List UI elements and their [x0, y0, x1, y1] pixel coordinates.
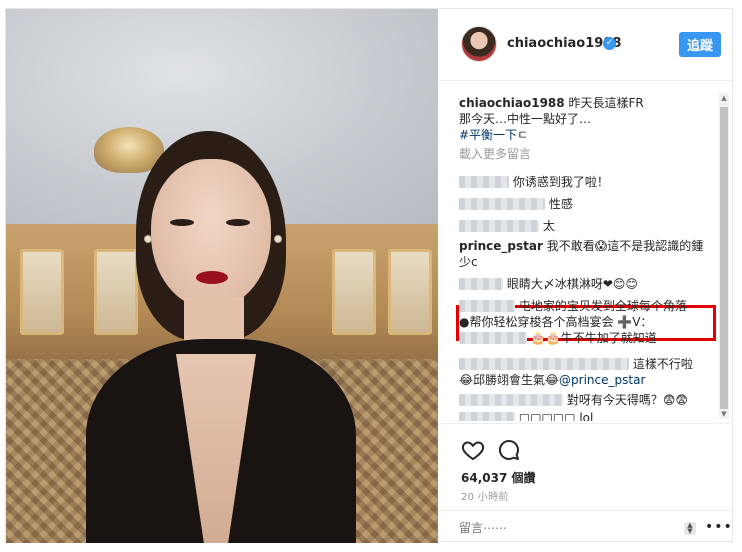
comment-text: 我不敢看😱這不是我認識的鍾 — [542, 239, 704, 253]
comment-item: 😂邱勝翊會生氣😂@prince_pstar — [459, 371, 645, 388]
blurred-text — [459, 332, 527, 344]
comment-text: 這樣不行啦 — [632, 357, 693, 371]
comment-item: 這樣不行啦 — [459, 355, 693, 372]
post-actions: 64,037 個讚 20 小時前 ▲▼ ••• — [439, 423, 733, 543]
comment-mention[interactable]: @prince_pstar — [559, 373, 645, 387]
comments-scrollbar[interactable]: ▲ ▼ — [719, 93, 729, 419]
load-more-comments-link[interactable]: 載入更多留言 — [459, 145, 531, 162]
photo-lips — [196, 271, 228, 284]
blurred-username — [459, 358, 629, 370]
comment-text: 😂邱勝翊會生氣😂 — [459, 373, 560, 387]
photo-wall-panel — [94, 249, 138, 335]
photo-wall-panel — [388, 249, 432, 335]
comment-input[interactable] — [459, 520, 659, 536]
post-caption: chiaochiao1988 昨天長這樣FR 那今天…中性一點好了… #平衡一下… — [459, 95, 719, 143]
blurred-username — [459, 278, 503, 290]
caption-text: ㄷ — [517, 128, 529, 142]
comment-text-continued: 少c — [459, 255, 478, 269]
photo-face — [151, 159, 271, 309]
comment-text-continued: ●帮你轻松穿梭各个高档宴会 ➕V： — [459, 315, 653, 329]
caption-hashtag[interactable]: #平衡一下 — [459, 128, 517, 142]
photo-earring — [144, 235, 152, 243]
avatar[interactable] — [461, 26, 497, 62]
comment-bar: ▲▼ ••• — [439, 510, 733, 544]
blurred-username — [459, 220, 539, 232]
verified-badge-icon: ✓ — [603, 37, 616, 50]
blurred-username — [459, 300, 515, 312]
blurred-username — [459, 176, 509, 188]
comment-item: 眼睛大〆冰棋淋呀❤😊😊 — [459, 275, 638, 292]
comment-item: 你诱惑到我了啦！ — [459, 173, 609, 190]
heart-icon[interactable] — [461, 438, 485, 462]
scroll-up-icon[interactable]: ▲ — [719, 93, 729, 103]
photo-eye — [170, 219, 194, 226]
comment-item-highlighted: prince_pstar 我不敢看😱這不是我認識的鍾 — [459, 237, 703, 254]
sort-icon[interactable]: ▲ ▼ — [684, 522, 696, 535]
post-photo[interactable] — [6, 9, 438, 543]
caption-text: 那今天…中性一點好了… — [459, 112, 592, 126]
blurred-username — [459, 412, 515, 421]
comment-item: 對呀有今天得嗎？😨😨 — [459, 391, 688, 408]
blurred-username — [459, 394, 563, 406]
blurred-username — [459, 198, 545, 210]
comment-text: 🎂🎂牛不牛加了就知道 — [530, 331, 657, 345]
scroll-down-icon[interactable]: ▼ — [719, 409, 729, 419]
caption-text: 昨天長這樣FR — [564, 96, 644, 110]
comment-text: 對呀有今天得嗎？😨😨 — [566, 393, 688, 407]
comment-item: 屯地家的宝贝发到全球每个角落 — [459, 297, 687, 314]
photo-wall-panel — [332, 249, 376, 335]
post-timestamp[interactable]: 20 小時前 — [461, 488, 509, 503]
comment-text: 屯地家的宝贝发到全球每个角落 — [518, 299, 687, 313]
comment-text: 性感 — [548, 197, 573, 211]
photo-eye — [226, 219, 250, 226]
comment-item: 太 — [459, 217, 555, 234]
comment-username[interactable]: prince_pstar — [459, 239, 543, 253]
comment-text: □□□□□ lol — [518, 411, 594, 421]
photo-earring — [274, 235, 282, 243]
comment-item: 性感 — [459, 195, 573, 212]
comment-text: 你诱惑到我了啦！ — [512, 175, 609, 189]
instagram-post-card: chiaochiao1988 ✓ 追蹤 chiaochiao1988 昨天長這樣… — [5, 8, 733, 543]
comment-text: 眼睛大〆冰棋淋呀❤😊😊 — [506, 277, 638, 291]
photo-wall-panel — [20, 249, 64, 335]
comments-list[interactable]: chiaochiao1988 昨天長這樣FR 那今天…中性一點好了… #平衡一下… — [439, 81, 733, 421]
caption-username[interactable]: chiaochiao1988 — [459, 96, 565, 110]
more-options-icon[interactable]: ••• — [705, 519, 733, 535]
comment-bubble-icon[interactable] — [497, 438, 521, 462]
like-count[interactable]: 64,037 個讚 — [461, 469, 536, 486]
post-header: chiaochiao1988 ✓ 追蹤 — [439, 9, 733, 81]
scrollbar-thumb[interactable] — [720, 107, 728, 409]
comment-text: 太 — [542, 219, 555, 233]
comment-item: □□□□□ lol — [459, 411, 593, 421]
post-side-panel: chiaochiao1988 ✓ 追蹤 chiaochiao1988 昨天長這樣… — [439, 9, 733, 543]
follow-button[interactable]: 追蹤 — [679, 32, 721, 57]
comment-item: 🎂🎂牛不牛加了就知道 — [459, 329, 657, 346]
